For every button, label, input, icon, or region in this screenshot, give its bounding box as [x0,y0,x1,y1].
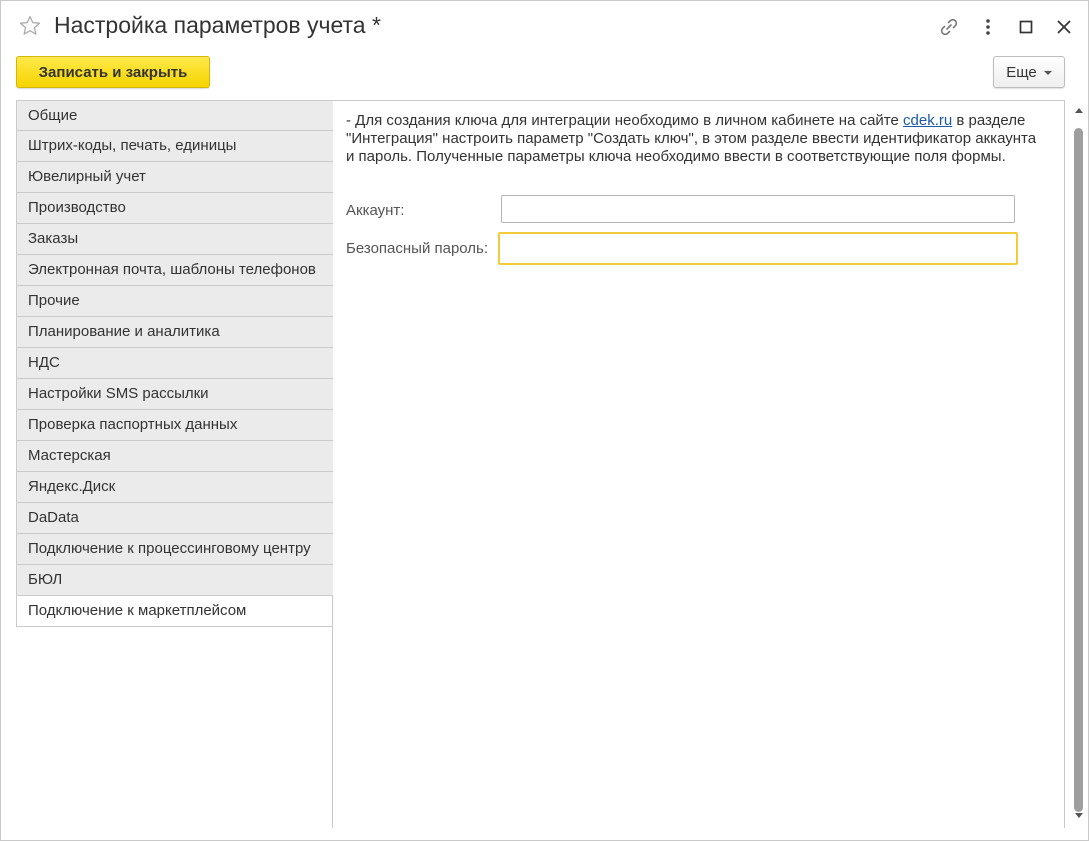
tab-item[interactable]: Прочие [16,286,333,317]
settings-tabs: Общие Штрих-коды, печать, единицы Ювелирны… [16,100,333,828]
scroll-up-icon[interactable] [1075,108,1083,113]
close-icon[interactable] [1052,15,1076,39]
tab-item[interactable]: Подключение к процессинговому центру [16,534,333,565]
tab-item[interactable]: Яндекс.Диск [16,472,333,503]
tab-item[interactable]: Штрих-коды, печать, единицы [16,131,333,162]
tab-item[interactable]: Мастерская [16,441,333,472]
page-title: Настройка параметров учета * [54,12,381,38]
integration-info-text: - Для создания ключа для интеграции необ… [346,112,1037,165]
more-actions-button[interactable]: Еще [993,56,1065,88]
account-label: Аккаунт: [346,202,405,219]
scroll-down-icon[interactable] [1075,813,1083,818]
tab-item[interactable]: Подключение к маркетплейсом [16,596,333,627]
tab-item[interactable]: НДС [16,348,333,379]
tab-item[interactable]: БЮЛ [16,565,333,596]
more-vertical-icon[interactable] [976,15,1000,39]
tab-item[interactable]: Производство [16,193,333,224]
password-label: Безопасный пароль: [346,240,489,257]
link-icon[interactable] [937,15,961,39]
tab-item[interactable]: Электронная почта, шаблоны телефонов [16,255,333,286]
maximize-icon[interactable] [1014,15,1038,39]
cdek-link[interactable]: cdek.ru [903,112,952,129]
tab-item[interactable]: Проверка паспортных данных [16,410,333,441]
account-field[interactable] [501,195,1015,223]
scrollbar-thumb[interactable] [1074,128,1083,812]
chevron-down-icon [1043,71,1052,75]
tab-item[interactable]: Планирование и аналитика [16,317,333,348]
save-and-close-button[interactable]: Записать и закрыть [16,56,210,88]
tab-item[interactable]: DaData [16,503,333,534]
tab-item[interactable]: Заказы [16,224,333,255]
more-actions-label: Еще [1006,63,1037,81]
content-panel: - Для создания ключа для интеграции необ… [333,100,1065,828]
star-icon[interactable] [18,14,42,38]
password-field[interactable] [498,232,1018,265]
window-header: Настройка параметров учета * [1,1,1088,53]
tab-item[interactable]: Ювелирный учет [16,162,333,193]
tab-item[interactable]: Общие [16,100,333,131]
tab-item[interactable]: Настройки SMS рассылки [16,379,333,410]
settings-window: Настройка параметров учета * Записать и … [0,0,1089,841]
vertical-scrollbar[interactable] [1072,100,1086,828]
